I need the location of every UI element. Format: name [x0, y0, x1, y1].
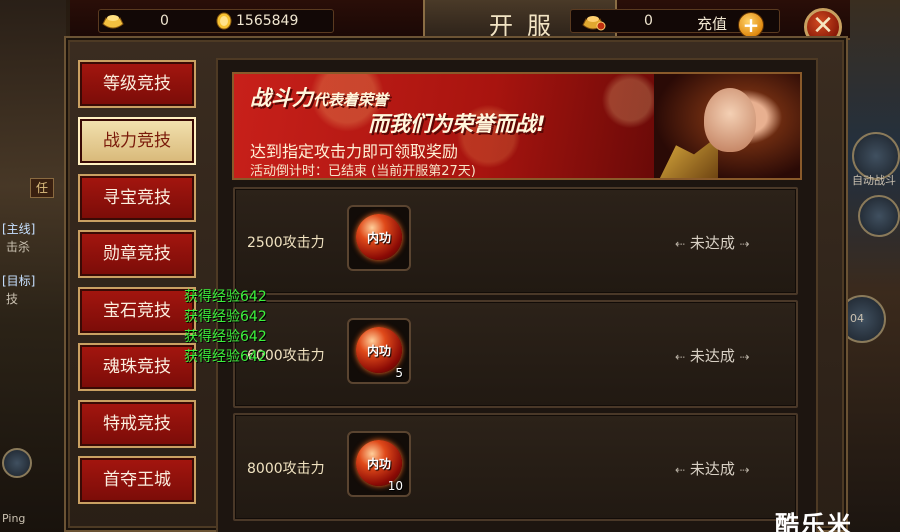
arrow-right-icon: ⇢: [739, 463, 750, 477]
scene-round-button[interactable]: [2, 448, 32, 478]
ping-label: Ping: [2, 512, 26, 525]
reward-item-label: 内功: [366, 231, 391, 245]
tab-gem[interactable]: 宝石竞技: [78, 287, 196, 335]
arrow-right-icon: ⇢: [739, 350, 750, 364]
exp-gain-text: 获得经验642: [184, 309, 267, 325]
exp-gain-text: 获得经验642: [184, 349, 267, 365]
recharge-label[interactable]: 充值: [697, 13, 727, 34]
reward-item-count: 5: [395, 366, 403, 380]
exp-gain-text: 获得经验642: [184, 329, 267, 345]
tab-soul-bead[interactable]: 魂珠竞技: [78, 343, 196, 391]
reward-status: ⇠ 未达成 ⇢: [675, 232, 750, 253]
site-watermark: 酷乐米: [775, 511, 853, 532]
arrow-left-icon: ⇠: [675, 237, 686, 251]
reward-status: ⇠ 未达成 ⇢: [675, 345, 750, 366]
tab-treasure[interactable]: 寻宝竞技: [78, 174, 196, 222]
banner-hero-face: [704, 88, 756, 152]
reward-status: ⇠ 未达成 ⇢: [675, 458, 750, 479]
gold-ingot-icon: [102, 15, 124, 29]
reward-row: 2500攻击力 内功 ⇠ 未达成 ⇢: [233, 187, 798, 295]
tab-medal[interactable]: 勋章竞技: [78, 230, 196, 278]
banner-description: 达到指定攻击力即可领取奖励: [250, 142, 459, 161]
tab-special-ring[interactable]: 特戒竞技: [78, 400, 196, 448]
tab-combat-power[interactable]: 战力竞技: [78, 117, 196, 165]
banner-headline-2: 而我们为荣誉而战!: [368, 112, 546, 136]
reward-row: 6000攻击力 内功 5 ⇠ 未达成 ⇢: [233, 300, 798, 408]
scene-right-strip: [844, 0, 900, 532]
reward-item-label: 内功: [366, 344, 391, 358]
auto-battle-label: 自动战斗: [852, 174, 896, 187]
currency-coin-value: 1565849: [236, 13, 299, 29]
reward-requirement: 2500攻击力: [247, 235, 325, 251]
scene-quest-chip[interactable]: 任: [30, 178, 54, 198]
reward-item-slot[interactable]: 内功 10: [347, 431, 411, 497]
banner-countdown: 活动倒计时：已结束 (当前开服第27天): [250, 164, 476, 179]
tab-royal-city[interactable]: 首夺王城: [78, 456, 196, 504]
exp-gain-messages: 获得经验642 获得经验642 获得经验642 获得经验642: [184, 287, 267, 367]
scene-quest-target[interactable]: [目标]: [2, 272, 35, 289]
tab-level[interactable]: 等级竞技: [78, 60, 196, 108]
scene-right-num: 04: [850, 312, 864, 325]
recharge-plus-button[interactable]: +: [738, 12, 764, 38]
scene-skill-button[interactable]: [858, 195, 900, 237]
scene-quest-kill: 击杀: [6, 240, 31, 254]
reward-status-text: 未达成: [689, 347, 735, 365]
arrow-left-icon: ⇠: [675, 463, 686, 477]
reward-status-text: 未达成: [689, 460, 735, 478]
reward-requirement: 8000攻击力: [247, 461, 325, 477]
scene-quest-main[interactable]: [主线]: [2, 220, 35, 237]
currency-ingot-value: 0: [160, 13, 169, 29]
neigong-orb-icon: 内功: [356, 214, 402, 260]
event-banner: 战斗力代表着荣誉 而我们为荣誉而战! 达到指定攻击力即可领取奖励 活动倒计时：已…: [232, 72, 802, 180]
reward-status-text: 未达成: [689, 234, 735, 252]
reward-item-label: 内功: [366, 457, 391, 471]
reward-item-count: 10: [387, 479, 403, 493]
banner-headline-1a: 战斗力: [250, 86, 313, 110]
reward-row: 8000攻击力 内功 10 ⇠ 未达成 ⇢: [233, 413, 798, 521]
currency-bound-value: 0: [644, 13, 653, 29]
exp-gain-text: 获得经验642: [184, 289, 267, 305]
top-currency-bar: 0 1565849 开服 0 充值 + ✕: [70, 0, 850, 46]
arrow-left-icon: ⇠: [675, 350, 686, 364]
banner-headline-1b: 代表着荣誉: [313, 91, 389, 109]
arrow-right-icon: ⇢: [739, 237, 750, 251]
bound-ingot-icon: [582, 16, 606, 31]
reward-item-slot[interactable]: 内功: [347, 205, 411, 271]
reward-item-slot[interactable]: 内功 5: [347, 318, 411, 384]
gold-coin-icon: [216, 12, 232, 30]
plus-icon: +: [742, 13, 760, 37]
scene-quest-tech: 技: [6, 292, 19, 306]
